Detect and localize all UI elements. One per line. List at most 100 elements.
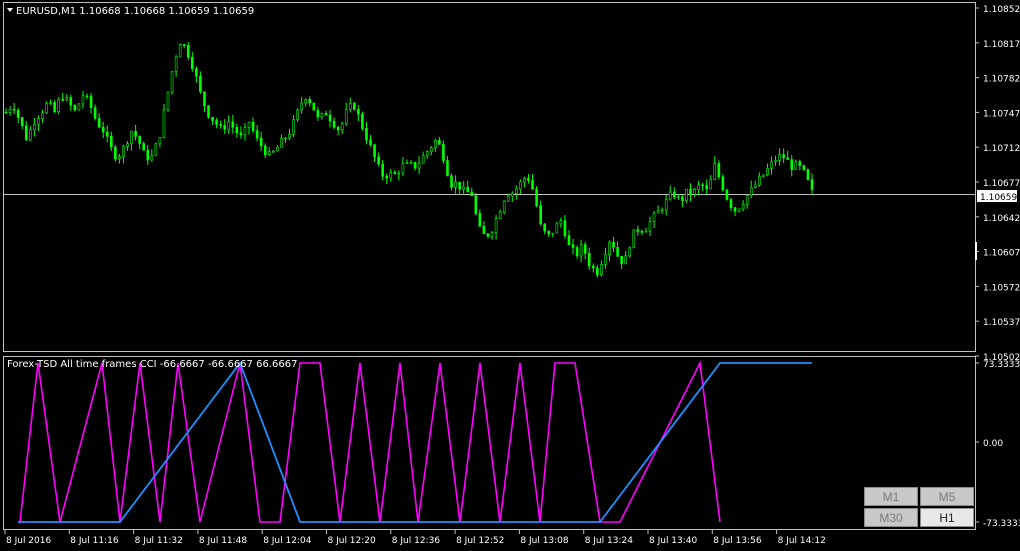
candle-body bbox=[519, 181, 522, 190]
candle-body bbox=[231, 121, 235, 128]
candle-body bbox=[632, 229, 636, 249]
main-chart-title: EURUSD,M1 1.10668 1.10668 1.10659 1.1065… bbox=[16, 6, 254, 17]
chart-menu-triangle-icon[interactable] bbox=[7, 8, 13, 12]
candle-body bbox=[620, 255, 623, 265]
timeframe-button-m30[interactable]: M30 bbox=[864, 508, 918, 527]
candle-body bbox=[369, 139, 372, 145]
candle-body bbox=[312, 102, 316, 111]
candle-body bbox=[527, 178, 530, 181]
candle-body bbox=[53, 102, 56, 113]
candle-body bbox=[57, 99, 60, 113]
candle-body bbox=[142, 143, 146, 151]
candle-body bbox=[146, 149, 150, 161]
candle-body bbox=[272, 150, 275, 153]
main-y-axis: 1.10852 1.10817 1.10782 1.10747 1.10712 1.106… bbox=[975, 5, 1020, 363]
candle-body bbox=[336, 126, 340, 130]
candle-body bbox=[154, 143, 158, 156]
candle-body bbox=[247, 121, 251, 128]
y-tick-label: 73.3333 bbox=[983, 360, 1020, 370]
candle-body bbox=[636, 229, 640, 232]
candle-body bbox=[563, 220, 567, 236]
candle-body bbox=[324, 113, 328, 116]
candle-body bbox=[798, 161, 802, 166]
candle-body bbox=[648, 221, 652, 232]
y-tick-label: 1.10677 bbox=[983, 179, 1020, 189]
y-tick-label: 1.10712 bbox=[983, 144, 1020, 154]
candle-body bbox=[486, 233, 490, 237]
candle-body bbox=[770, 161, 773, 169]
candle-body bbox=[20, 117, 24, 126]
candle-body bbox=[33, 124, 36, 130]
candle-body bbox=[239, 132, 243, 136]
candle-body bbox=[413, 162, 417, 169]
timeframe-button-h1[interactable]: H1 bbox=[920, 508, 974, 527]
candle-body bbox=[535, 188, 538, 206]
x-tick-label: 8 Jul 14:12 bbox=[778, 536, 826, 546]
candle-body bbox=[49, 102, 52, 104]
candle-body bbox=[709, 179, 713, 190]
candle-body bbox=[276, 146, 279, 152]
candle-body bbox=[61, 99, 65, 101]
candle-body bbox=[567, 235, 571, 245]
candle-body bbox=[251, 121, 255, 131]
candle-body bbox=[587, 253, 591, 267]
candle-body bbox=[300, 102, 303, 111]
y-tick-label: 1.10782 bbox=[983, 75, 1020, 85]
candle-body bbox=[733, 207, 737, 212]
candle-body bbox=[280, 137, 283, 148]
candle-body bbox=[288, 133, 291, 139]
candle-body bbox=[235, 126, 239, 134]
candle-body bbox=[458, 181, 461, 190]
candle-body bbox=[24, 125, 28, 141]
x-tick-label: 8 Jul 11:32 bbox=[135, 536, 183, 546]
candle-body bbox=[660, 209, 664, 212]
x-tick-label: 8 Jul 13:24 bbox=[585, 536, 634, 546]
x-tick-label: 8 Jul 12:20 bbox=[328, 536, 377, 546]
candle-body bbox=[575, 247, 579, 257]
candle-body bbox=[409, 162, 413, 164]
candle-body bbox=[551, 232, 555, 235]
candle-body bbox=[442, 143, 445, 161]
candle-body bbox=[114, 146, 117, 160]
candle-body bbox=[664, 198, 668, 211]
candle-body bbox=[782, 154, 785, 159]
candle-body bbox=[555, 223, 559, 234]
candle-body bbox=[506, 195, 510, 202]
candle-body bbox=[523, 178, 526, 183]
candle-body bbox=[668, 191, 672, 200]
candle-body bbox=[490, 232, 494, 237]
candle-body bbox=[227, 121, 231, 130]
candle-body bbox=[93, 107, 97, 119]
candle-body bbox=[41, 112, 44, 119]
candle-body bbox=[186, 45, 190, 58]
candle-body bbox=[482, 225, 486, 235]
candle-body bbox=[571, 244, 575, 248]
candle-body bbox=[429, 147, 433, 152]
trading-chart[interactable]: 1.10852 1.10817 1.10782 1.10747 1.10712 1.106… bbox=[0, 0, 1020, 551]
candle-body bbox=[77, 103, 81, 111]
candle-body bbox=[421, 155, 425, 164]
candle-body bbox=[478, 213, 482, 227]
timeframe-button-m5[interactable]: M5 bbox=[920, 487, 974, 506]
candle-body bbox=[308, 98, 312, 104]
candle-body bbox=[385, 175, 389, 179]
candle-body bbox=[178, 44, 182, 58]
candle-body bbox=[353, 103, 356, 110]
candle-body bbox=[470, 191, 474, 196]
candle-body bbox=[616, 247, 619, 257]
candle-body bbox=[219, 124, 222, 126]
candles-layer bbox=[4, 42, 814, 278]
y-tick-label: 1.10747 bbox=[983, 109, 1020, 119]
y-tick-label: 1.10817 bbox=[983, 40, 1020, 50]
candle-body bbox=[191, 56, 194, 69]
candle-body bbox=[207, 105, 210, 118]
timeframe-button-m1[interactable]: M1 bbox=[864, 487, 918, 506]
candle-body bbox=[284, 137, 287, 140]
candle-body bbox=[65, 97, 69, 100]
candle-body bbox=[401, 163, 405, 174]
y-tick-label: 0.00 bbox=[983, 439, 1003, 449]
candle-body bbox=[389, 172, 393, 179]
candle-body bbox=[81, 95, 85, 105]
x-axis: 8 Jul 2016 8 Jul 11:16 8 Jul 11:32 8 Jul 11… bbox=[4, 530, 826, 546]
candle-body bbox=[138, 136, 141, 144]
